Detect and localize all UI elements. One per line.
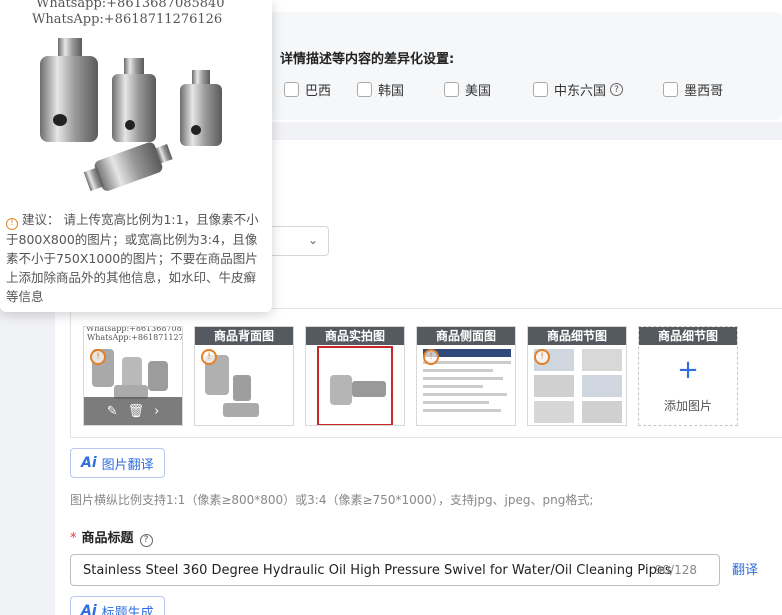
checkbox[interactable]	[663, 82, 679, 97]
ai-icon: Ai	[81, 455, 97, 471]
thumb-side-view[interactable]: 商品侧面图 !	[416, 326, 516, 426]
image-translate-button[interactable]: Ai 图片翻译	[70, 448, 165, 478]
title-value: Stainless Steel 360 Degree Hydraulic Oil…	[83, 562, 672, 578]
checkbox[interactable]	[357, 82, 373, 97]
add-detail-image-slot[interactable]: 商品细节图 + 添加图片	[638, 326, 738, 426]
translate-link[interactable]: 翻译	[732, 559, 758, 578]
watermark-text: WhatsApp:+8618711276126	[32, 12, 223, 27]
product-preview-image: Whatsapp:+8613687085840 WhatsApp:+861871…	[0, 0, 272, 200]
product-title-input[interactable]: Stainless Steel 360 Degree Hydraulic Oil…	[70, 554, 720, 586]
help-icon[interactable]: ?	[139, 533, 153, 547]
image-format-hint: 图片横纵比例支持1:1（像素≥800*800）或3:4（像素≥750*1000）…	[70, 493, 594, 507]
button-label: 标题生成	[101, 605, 154, 615]
thumb-label: 商品侧面图	[417, 327, 515, 345]
warning-icon: !	[6, 217, 18, 230]
plus-icon[interactable]: +	[639, 357, 737, 383]
country-option-mexico[interactable]: 墨西哥	[663, 80, 723, 99]
country-settings-title: 详情描述等内容的差异化设置:	[280, 52, 455, 67]
warning-badge-icon: !	[423, 349, 439, 365]
country-option-brazil[interactable]: 巴西	[284, 80, 331, 99]
warning-badge-icon: !	[534, 349, 550, 365]
watermark-text: WhatsApp:+8618711276126	[87, 333, 182, 342]
trash-icon[interactable]: 🗑	[128, 404, 145, 419]
char-counter: 90/128	[654, 563, 697, 577]
chevron-down-icon: ⌄	[307, 233, 318, 247]
checkbox[interactable]	[533, 82, 549, 97]
ai-icon: Ai	[81, 603, 97, 615]
country-option-korea[interactable]: 韩国	[357, 80, 404, 99]
label-text: 商品标题	[81, 531, 134, 546]
checkbox[interactable]	[284, 82, 299, 97]
help-icon[interactable]: ?	[610, 83, 624, 96]
main-image-thumb[interactable]: Whatsapp:+8613687085840 WhatsApp:+861871…	[83, 326, 183, 426]
swivel-joints-illustration	[40, 38, 222, 192]
warning-badge-icon: !	[201, 349, 217, 365]
watermark-text-top: Whatsapp:+8613687085840	[86, 326, 182, 333]
checkbox[interactable]	[444, 82, 460, 97]
image-guideline-tooltip: Whatsapp:+8613687085840 WhatsApp:+861871…	[0, 0, 272, 312]
add-image-label[interactable]: 添加图片	[639, 397, 737, 414]
title-generate-button[interactable]: Ai 标题生成	[70, 596, 165, 615]
tooltip-text-block: ! 建议： 请上传宽高比例为1:1，且像素不小于800X800的图片；或宽高比例为…	[6, 210, 266, 306]
thumb-detail-view[interactable]: 商品细节图 !	[527, 326, 627, 426]
tooltip-text: 建议： 请上传宽高比例为1:1，且像素不小于800X800的图片；或宽高比例为3…	[6, 212, 259, 304]
country-label: 美国	[465, 84, 492, 99]
product-title-label: * 商品标题?	[70, 527, 153, 547]
country-option-middle-east[interactable]: 中东六国 ?	[533, 80, 624, 99]
thumb-back-view[interactable]: 商品背面图 !	[194, 326, 294, 426]
thumb-real-shot[interactable]: 商品实拍图	[305, 326, 405, 426]
thumb-toolbar: ✎ 🗑 ›	[84, 397, 182, 425]
thumb-label: 商品实拍图	[306, 327, 404, 345]
thumb-label: 商品背面图	[195, 327, 293, 345]
thumb-image	[317, 346, 393, 425]
thumb-label: 商品细节图	[528, 327, 626, 345]
edit-icon[interactable]: ✎	[107, 404, 118, 419]
button-label: 图片翻译	[101, 457, 154, 473]
required-mark: *	[70, 531, 77, 546]
country-checkbox-row: 巴西 韩国 美国 中东六国 ? 墨西哥	[284, 80, 749, 99]
chevron-right-icon[interactable]: ›	[154, 404, 159, 419]
select-dropdown[interactable]: ⌄	[270, 226, 329, 256]
thumb-label: 商品细节图	[639, 327, 737, 345]
country-label: 巴西	[305, 84, 332, 99]
section-divider	[270, 122, 782, 140]
watermark-text-top: Whatsapp:+8613687085840	[36, 0, 225, 11]
country-option-usa[interactable]: 美国	[444, 80, 491, 99]
warning-badge-icon: !	[90, 349, 106, 365]
country-label: 墨西哥	[684, 84, 724, 99]
country-label: 韩国	[378, 84, 405, 99]
country-label: 中东六国	[554, 84, 607, 99]
